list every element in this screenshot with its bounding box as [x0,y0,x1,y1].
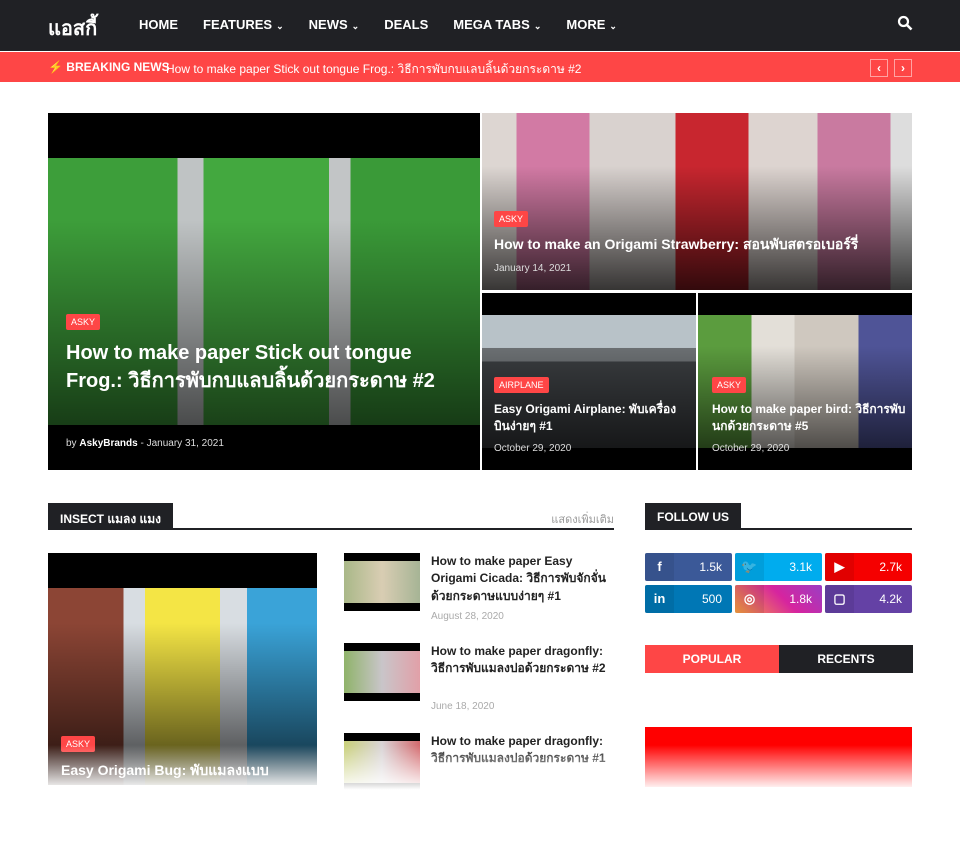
insect-main-post[interactable]: ASKY Easy Origami Bug: พับแมลงแบบ [48,553,317,785]
social-linkedin-button[interactable]: in 500 [645,585,732,613]
menu-deals[interactable]: DEALS [384,17,428,32]
linkedin-icon: in [645,585,674,613]
post-meta: by AskyBrands - January 31, 2021 [66,438,224,449]
prev-button[interactable]: ‹ [870,59,888,77]
follower-count: 4.2k [879,592,902,606]
post-title[interactable]: How to make paper dragonfly: วิธีการพับแ… [431,733,616,768]
menu-features[interactable]: FEATURES ⌄ [203,17,284,32]
social-instagram-button[interactable]: ◎ 1.8k [735,585,822,613]
instagram-icon: ◎ [735,585,764,613]
section-title: FOLLOW US [645,503,741,529]
search-icon[interactable] [897,15,913,31]
chevron-down-icon: ⌄ [533,21,542,31]
post-thumbnail[interactable] [344,733,420,791]
follower-count: 1.5k [699,560,722,574]
menu-label: MEGA TABS [453,17,530,32]
follower-count: 1.8k [789,592,812,606]
separator: - [140,438,144,449]
facebook-icon: f [645,553,674,581]
menu-label: NEWS [308,17,348,32]
post-date: January 31, 2021 [146,438,224,449]
social-twitch-button[interactable]: ▢ 4.2k [825,585,912,613]
label-text: BREAKING NEWS [66,60,170,74]
tab-popular[interactable]: POPULAR [645,645,779,673]
chevron-down-icon: ⌄ [276,21,284,31]
post-title[interactable]: Easy Origami Airplane: พับเครื่องบินง่าย… [494,401,689,435]
post-date: August 28, 2020 [431,611,504,622]
main-menu: HOME FEATURES ⌄ NEWS ⌄ DEALS MEGA TABS ⌄ MO… [139,17,617,32]
breaking-news-bar: ⚡ BREAKING NEWS How to make paper Stick … [0,52,960,82]
by-text: by [66,438,77,449]
menu-label: FEATURES [203,17,273,32]
post-thumbnail[interactable] [344,553,420,611]
post-thumbnail[interactable] [344,643,420,701]
post-date: October 29, 2020 [712,443,790,454]
post-date: June 18, 2020 [431,701,495,712]
featured-post[interactable]: ASKY How to make an Origami Strawberry: … [482,113,912,290]
site-logo[interactable]: แอสกี้ [48,12,97,44]
featured-post[interactable]: ASKY How to make paper bird: วิธีการพับน… [698,293,912,470]
popular-post-image[interactable] [645,727,912,787]
section-title[interactable]: INSECT แมลง แมง [48,503,174,529]
post-title[interactable]: How to make paper dragonfly: วิธีการพับแ… [431,643,616,678]
post-title[interactable]: How to make paper Easy Origami Cicada: ว… [431,553,616,605]
follower-count: 2.7k [879,560,902,574]
twitter-icon: 🐦 [735,553,764,581]
menu-more[interactable]: MORE ⌄ [566,17,617,32]
featured-post-main[interactable]: ASKY How to make paper Stick out tongue … [48,113,480,470]
category-tag[interactable]: AIRPLANE [494,377,549,393]
tab-recents[interactable]: RECENTS [779,645,913,673]
menu-label: MORE [566,17,606,32]
category-tag[interactable]: ASKY [494,211,529,227]
menu-label: DEALS [384,17,429,32]
chevron-down-icon: ⌄ [609,21,617,31]
post-title[interactable]: How to make paper bird: วิธีการพับนกด้วย… [712,401,907,435]
next-button[interactable]: › [894,59,912,77]
post-title[interactable]: Easy Origami Bug: พับแมลงแบบ [61,761,311,781]
menu-mega-tabs[interactable]: MEGA TABS ⌄ [453,17,541,32]
social-twitter-button[interactable]: 🐦 3.1k [735,553,822,581]
category-tag[interactable]: ASKY [66,314,101,330]
twitch-icon: ▢ [825,585,854,613]
menu-home[interactable]: HOME [139,17,178,32]
top-navbar: แอสกี้ HOME FEATURES ⌄ NEWS ⌄ DEALS MEGA T… [0,0,960,51]
post-title[interactable]: How to make paper Stick out tongue Frog.… [66,339,466,395]
insect-section-header: INSECT แมลง แมง แสดงเพิ่มเติม [48,503,614,530]
chevron-down-icon: ⌄ [351,21,360,31]
breaking-news-label: ⚡ BREAKING NEWS [48,60,170,74]
follow-us-header: FOLLOW US [645,503,912,530]
post-date: January 14, 2021 [494,263,572,274]
social-youtube-button[interactable]: ▶ 2.7k [825,553,912,581]
category-tag[interactable]: ASKY [61,736,96,752]
post-title[interactable]: How to make an Origami Strawberry: สอนพั… [494,235,904,255]
youtube-icon: ▶ [825,553,854,581]
show-more-link[interactable]: แสดงเพิ่มเติม [551,510,614,528]
author-link[interactable]: AskyBrands [79,438,137,449]
follower-count: 500 [701,592,722,606]
menu-label: HOME [139,17,178,32]
post-date: October 29, 2020 [494,443,572,454]
category-tag[interactable]: ASKY [712,377,747,393]
social-facebook-button[interactable]: f 1.5k [645,553,732,581]
menu-news[interactable]: NEWS ⌄ [309,17,360,32]
bolt-icon: ⚡ [48,60,63,74]
follower-count: 3.1k [789,560,812,574]
breaking-news-link[interactable]: How to make paper Stick out tongue Frog.… [166,60,581,79]
featured-post[interactable]: AIRPLANE Easy Origami Airplane: พับเครื่… [482,293,696,470]
